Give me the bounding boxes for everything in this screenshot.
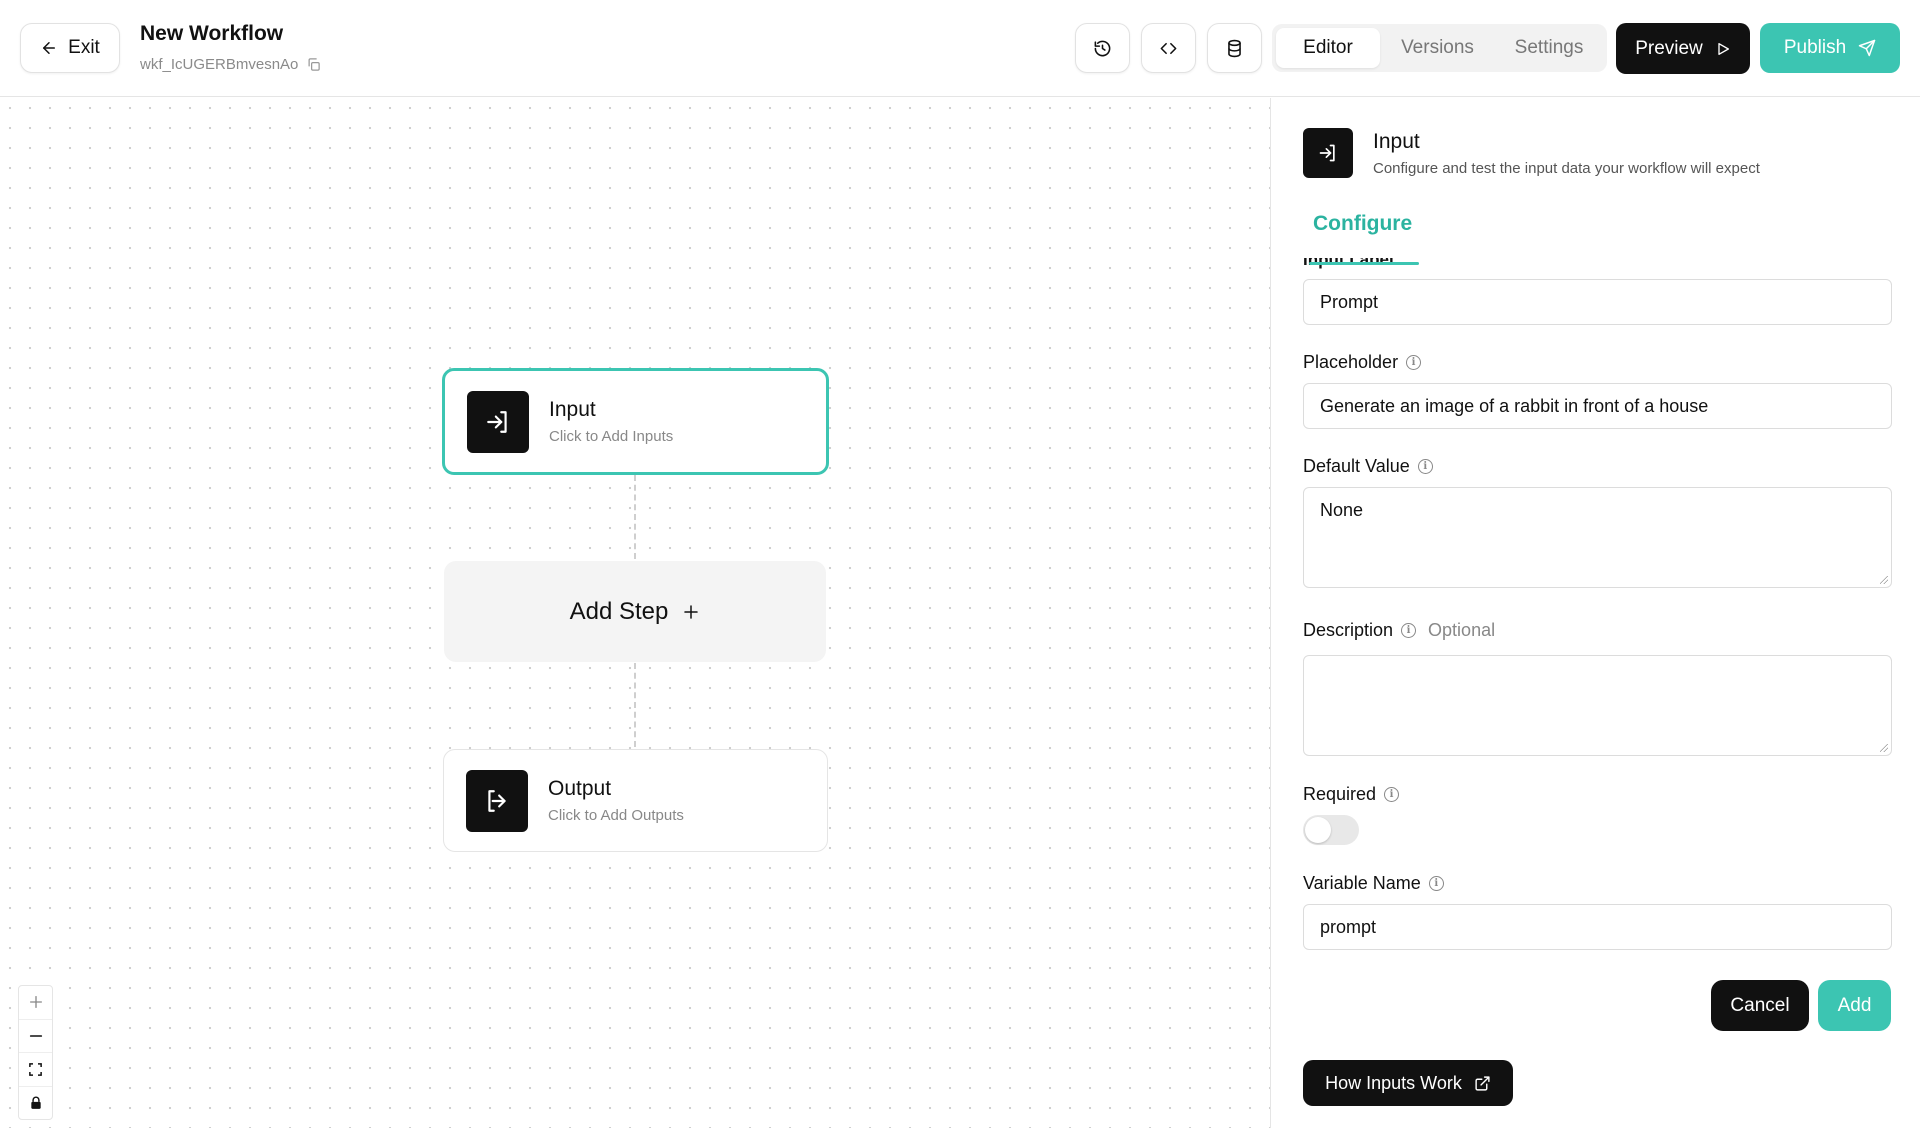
plus-icon [29,996,42,1009]
input-node-title: Input [549,398,596,421]
send-icon [1858,39,1876,57]
output-node-subtitle: Click to Add Outputs [548,807,684,824]
exit-label: Exit [68,37,100,58]
panel-subtitle: Configure and test the input data your w… [1373,160,1760,177]
panel-title: Input [1373,130,1420,153]
configure-tab-indicator [1309,262,1419,265]
lock-button[interactable] [19,1087,52,1120]
workflow-id: wkf_IcUGERBmvesnAo [140,56,321,73]
output-node[interactable]: Output Click to Add Outputs [443,749,828,852]
fit-view-button[interactable] [19,1053,52,1087]
copy-icon[interactable] [306,57,321,72]
add-step-button[interactable]: Add Step [444,561,826,662]
required-toggle[interactable] [1303,815,1359,845]
required-label: Required i [1303,784,1400,805]
publish-label: Publish [1783,37,1847,58]
variable-name-field[interactable]: prompt [1303,904,1892,950]
info-icon[interactable]: i [1406,355,1422,370]
config-panel: Input Configure and test the input data … [1270,98,1920,1128]
optional-tag: Optional [1428,620,1496,640]
output-node-icon [466,769,528,832]
default-value-label: Default Value i [1303,456,1433,477]
cancel-button[interactable]: Cancel [1711,980,1809,1031]
info-icon[interactable]: i [1384,787,1400,802]
publish-button[interactable]: Publish [1760,23,1900,73]
panel-input-icon [1303,128,1353,178]
info-icon[interactable]: i [1401,623,1417,638]
input-node-subtitle: Click to Add Inputs [549,428,674,445]
code-icon [1160,42,1177,54]
output-node-title: Output [548,777,612,800]
add-button[interactable]: Add [1818,980,1891,1031]
info-icon[interactable]: i [1428,876,1444,891]
tab-versions[interactable]: Versions [1380,28,1495,68]
info-icon[interactable]: i [1417,459,1433,474]
plus-icon [684,604,699,619]
connector-line [634,663,636,747]
preview-label: Preview [1635,37,1703,59]
minus-icon [29,1034,42,1037]
database-button[interactable] [1207,23,1262,73]
log-out-icon [488,789,506,812]
log-in-icon [1319,144,1335,162]
placeholder-field[interactable]: Generate an image of a rabbit in front o… [1303,383,1892,429]
description-field[interactable] [1303,655,1892,756]
variable-name-label: Variable Name i [1303,873,1444,894]
zoom-controls [18,985,53,1120]
external-link-icon [1475,1075,1490,1091]
workflow-id-text: wkf_IcUGERBmvesnAo [140,56,299,73]
description-label: Description i Optional [1303,620,1496,640]
how-inputs-work-label: How Inputs Work [1325,1072,1462,1093]
how-inputs-work-button[interactable]: How Inputs Work [1303,1060,1513,1106]
toggle-knob [1305,817,1331,843]
database-icon [1228,39,1241,57]
history-button[interactable] [1075,23,1130,73]
log-in-icon [487,410,507,433]
arrow-left-icon [43,42,56,54]
lock-icon [30,1096,41,1109]
play-icon [1718,42,1729,55]
top-bar: Exit New Workflow wkf_IcUGERBmvesnAo Edi… [0,0,1920,97]
exit-button[interactable]: Exit [20,23,120,73]
code-button[interactable] [1141,23,1196,73]
zoom-in-button[interactable] [19,986,52,1020]
placeholder-label: Placeholder i [1303,352,1422,373]
history-icon [1094,40,1111,56]
preview-button[interactable]: Preview [1616,23,1750,74]
fullscreen-icon [29,1062,42,1076]
tab-settings[interactable]: Settings [1495,28,1603,68]
default-value-field[interactable]: None [1303,487,1892,588]
input-label-field[interactable]: Prompt [1303,279,1892,325]
workflow-title: New Workflow [140,22,284,45]
view-tabs: Editor Versions Settings [1272,24,1607,72]
connector-line [634,475,636,559]
input-node[interactable]: Input Click to Add Inputs [442,368,829,475]
zoom-out-button[interactable] [19,1020,52,1053]
tab-configure[interactable]: Configure [1313,212,1412,236]
input-node-icon [467,390,529,453]
tab-editor[interactable]: Editor [1276,28,1380,68]
workflow-canvas[interactable]: Input Click to Add Inputs Add Step Outpu… [0,98,1270,1128]
add-step-label: Add Step [569,597,669,625]
